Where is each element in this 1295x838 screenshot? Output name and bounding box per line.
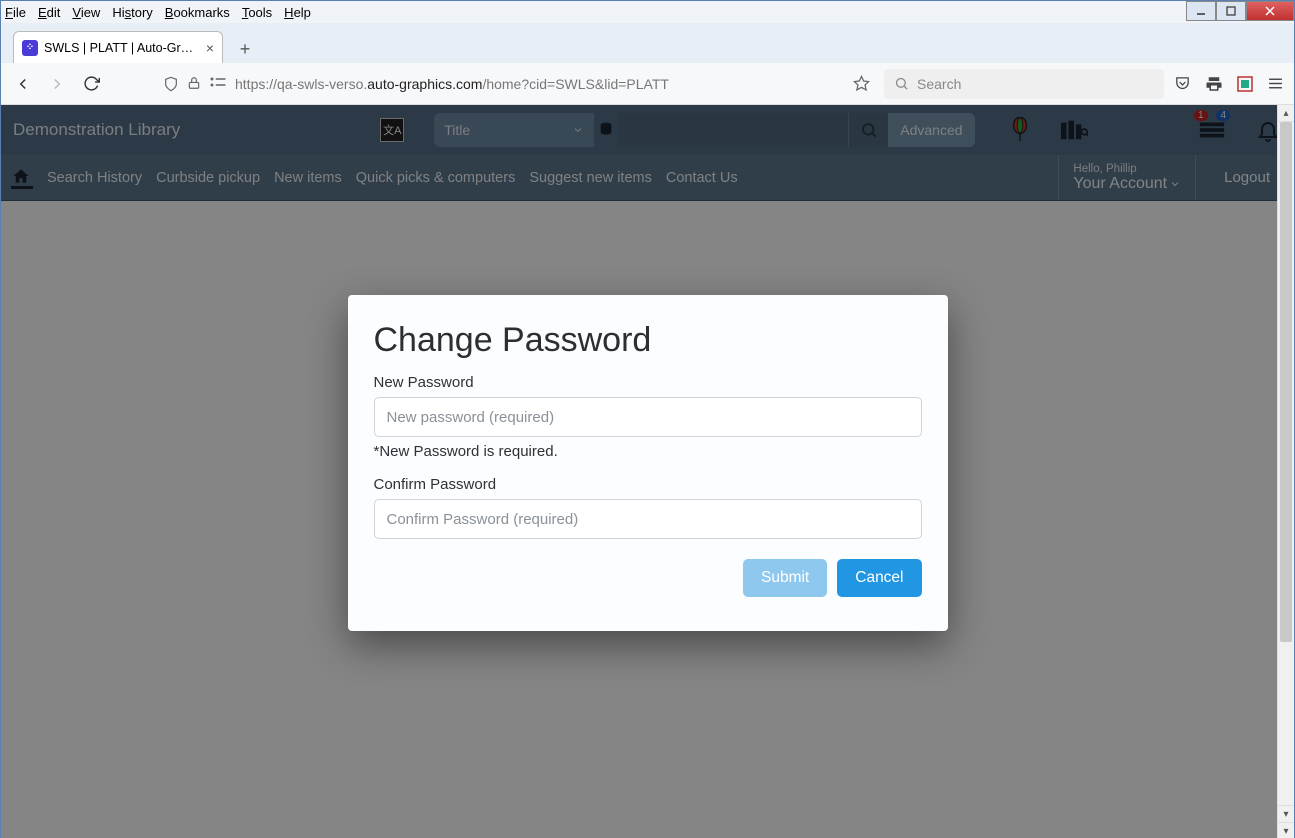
lock-icon[interactable]: [187, 76, 201, 92]
url-text: https://qa-swls-verso.auto-graphics.com/…: [235, 76, 845, 92]
menu-file[interactable]: File: [5, 5, 26, 20]
cancel-button[interactable]: Cancel: [837, 559, 921, 597]
address-bar[interactable]: https://qa-swls-verso.auto-graphics.com/…: [163, 75, 874, 92]
hamburger-menu-icon[interactable]: [1267, 75, 1284, 92]
new-password-label: New Password: [374, 374, 922, 391]
close-window-button[interactable]: [1246, 1, 1294, 21]
confirm-password-input[interactable]: [374, 499, 922, 539]
vertical-scrollbar[interactable]: ▴ ▾ ▾: [1277, 105, 1294, 838]
shield-icon[interactable]: [163, 76, 179, 92]
new-password-error: *New Password is required.: [374, 443, 922, 460]
modal-title: Change Password: [374, 321, 922, 360]
permissions-icon[interactable]: [209, 76, 227, 92]
scroll-down-button[interactable]: ▾: [1278, 805, 1294, 822]
bookmark-star-icon[interactable]: [853, 75, 870, 92]
pocket-icon[interactable]: [1174, 75, 1191, 92]
menu-edit[interactable]: Edit: [38, 5, 60, 20]
cancel-label: Cancel: [855, 569, 903, 587]
maximize-button[interactable]: [1216, 1, 1246, 21]
url-prefix: https://qa-swls-verso.: [235, 76, 367, 92]
back-button[interactable]: [11, 72, 35, 96]
extension-icon[interactable]: [1237, 76, 1253, 92]
forward-button[interactable]: [45, 72, 69, 96]
submit-label: Submit: [761, 569, 809, 587]
submit-button[interactable]: Submit: [743, 559, 827, 597]
search-icon: [894, 76, 909, 91]
browser-tab[interactable]: ⁘ SWLS | PLATT | Auto-Graphics In ×: [13, 31, 223, 63]
menu-bookmarks[interactable]: Bookmarks: [165, 5, 230, 20]
tab-title: SWLS | PLATT | Auto-Graphics In: [44, 41, 200, 55]
print-icon[interactable]: [1205, 75, 1223, 93]
tab-close-icon[interactable]: ×: [206, 40, 214, 56]
reload-button[interactable]: [79, 72, 103, 96]
menu-tools[interactable]: Tools: [242, 5, 272, 20]
browser-search-box[interactable]: Search: [884, 69, 1164, 99]
new-tab-button[interactable]: +: [231, 35, 259, 63]
url-domain: auto-graphics.com: [367, 76, 482, 92]
change-password-modal: Change Password New Password *New Passwo…: [348, 295, 948, 631]
window-controls: [1186, 1, 1294, 21]
new-password-input[interactable]: [374, 397, 922, 437]
confirm-password-label: Confirm Password: [374, 476, 922, 493]
url-path: /home?cid=SWLS&lid=PLATT: [482, 76, 669, 92]
browser-toolbar: https://qa-swls-verso.auto-graphics.com/…: [1, 63, 1294, 105]
menu-history[interactable]: History: [112, 5, 152, 20]
browser-search-placeholder: Search: [917, 76, 961, 92]
os-menubar: File Edit View History Bookmarks Tools H…: [1, 1, 1294, 23]
scroll-thumb[interactable]: [1280, 122, 1292, 642]
minimize-button[interactable]: [1186, 1, 1216, 21]
tab-favicon-icon: ⁘: [22, 40, 38, 56]
menu-help[interactable]: Help: [284, 5, 311, 20]
menu-view[interactable]: View: [72, 5, 100, 20]
scroll-down-button-2[interactable]: ▾: [1278, 822, 1294, 838]
scroll-up-button[interactable]: ▴: [1278, 105, 1294, 122]
browser-tab-strip: ⁘ SWLS | PLATT | Auto-Graphics In × +: [1, 23, 1294, 63]
